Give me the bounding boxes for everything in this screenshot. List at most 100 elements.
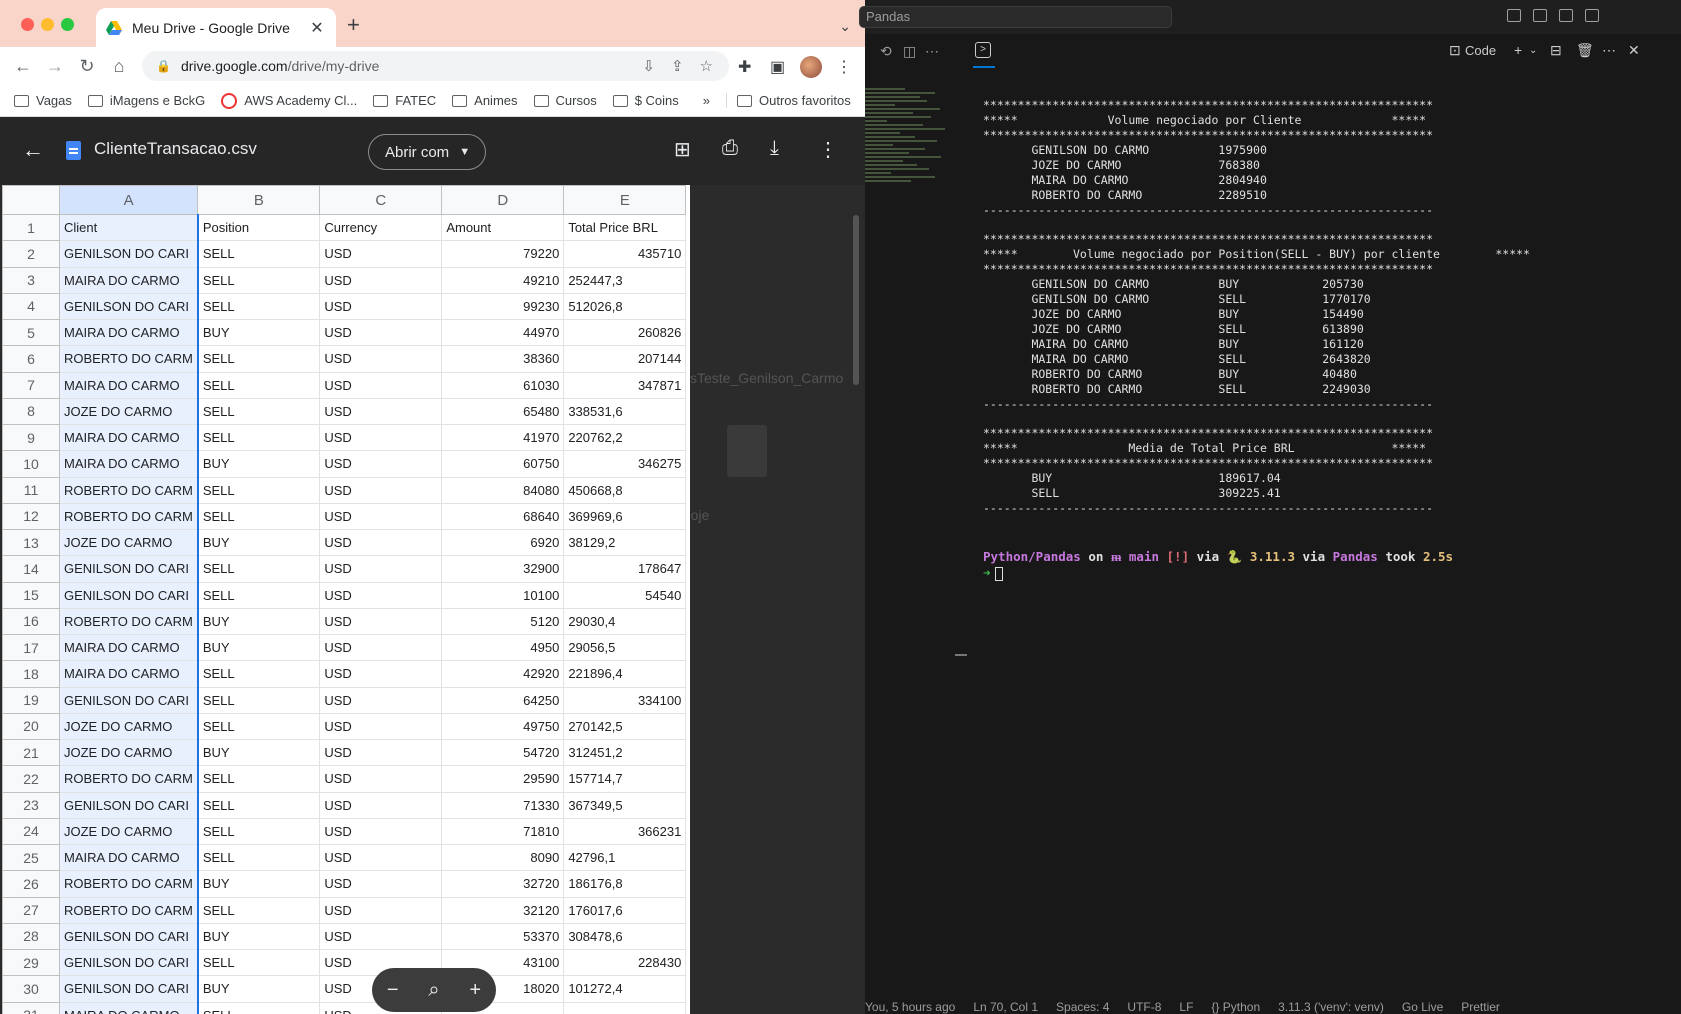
extensions-puzzle-icon[interactable]: ✚: [738, 57, 751, 77]
table-cell[interactable]: ROBERTO DO CARM: [58, 896, 199, 924]
table-cell[interactable]: USD: [319, 765, 443, 793]
panel-sash[interactable]: [955, 654, 967, 656]
row-number[interactable]: 28: [2, 922, 60, 951]
table-cell[interactable]: JOZE DO CARMO: [58, 712, 199, 741]
table-cell[interactable]: GENILSON DO CARI: [58, 922, 199, 951]
status-item[interactable]: LF: [1179, 1000, 1193, 1014]
toggle-primary-sidebar-icon[interactable]: [1507, 9, 1521, 22]
table-cell[interactable]: JOZE DO CARMO: [58, 528, 199, 557]
share-icon[interactable]: ⇪: [671, 57, 684, 75]
row-number[interactable]: 3: [2, 266, 60, 294]
row-number[interactable]: 26: [2, 870, 60, 898]
table-cell[interactable]: 101272,4: [563, 975, 687, 1003]
row-number[interactable]: 8: [2, 397, 60, 426]
table-cell[interactable]: MAIRA DO CARMO: [58, 318, 199, 347]
table-cell[interactable]: ROBERTO DO CARM: [58, 607, 199, 636]
header-cell[interactable]: Amount: [441, 213, 565, 242]
row-number[interactable]: 20: [2, 712, 60, 741]
forward-arrow-icon[interactable]: →: [44, 55, 66, 77]
table-cell[interactable]: SELL: [197, 292, 321, 321]
table-cell[interactable]: MAIRA DO CARMO: [58, 843, 199, 872]
table-cell[interactable]: 435710: [563, 240, 687, 268]
close-panel-icon[interactable]: ✕: [1628, 42, 1640, 59]
table-cell[interactable]: SELL: [197, 476, 321, 504]
table-cell[interactable]: USD: [319, 555, 443, 583]
column-header[interactable]: E: [563, 185, 687, 215]
row-number[interactable]: 23: [2, 791, 60, 819]
table-cell[interactable]: 347871: [563, 371, 687, 399]
table-cell[interactable]: SELL: [197, 843, 321, 872]
table-cell[interactable]: BUY: [197, 633, 321, 662]
terminal-dropdown-chevron-icon[interactable]: ⌄: [1529, 45, 1537, 56]
row-number[interactable]: 29: [2, 948, 60, 977]
editor-minimap[interactable]: [865, 86, 950, 236]
tab-search-chevron-icon[interactable]: ⌄: [839, 18, 851, 35]
status-item[interactable]: 3.11.3 ('venv': venv): [1278, 1000, 1384, 1014]
status-item[interactable]: UTF-8: [1127, 1000, 1161, 1014]
table-cell[interactable]: 450668,8: [563, 476, 687, 504]
side-panel-icon[interactable]: ▣: [770, 57, 785, 77]
table-cell[interactable]: JOZE DO CARMO: [58, 397, 199, 426]
table-cell[interactable]: SELL: [197, 686, 321, 714]
table-cell[interactable]: ROBERTO DO CARM: [58, 765, 199, 793]
terminal-icon[interactable]: >: [975, 42, 991, 58]
table-cell[interactable]: SELL: [197, 896, 321, 924]
row-number[interactable]: 24: [2, 817, 60, 846]
table-cell[interactable]: 308478,6: [563, 922, 687, 951]
table-cell[interactable]: 260826: [563, 318, 687, 347]
table-cell[interactable]: USD: [319, 371, 443, 399]
row-number[interactable]: 14: [2, 555, 60, 583]
table-cell[interactable]: USD: [319, 450, 443, 478]
table-cell[interactable]: SELL: [197, 712, 321, 741]
table-cell[interactable]: GENILSON DO CARI: [58, 975, 199, 1003]
table-cell[interactable]: 5120: [441, 607, 565, 636]
table-cell[interactable]: 157714,7: [563, 765, 687, 793]
table-cell[interactable]: BUY: [197, 975, 321, 1003]
table-cell[interactable]: 49210: [441, 266, 565, 294]
table-cell[interactable]: 367349,5: [563, 791, 687, 819]
table-cell[interactable]: 178647: [563, 555, 687, 583]
row-number[interactable]: 6: [2, 345, 60, 373]
table-cell[interactable]: SELL: [197, 1001, 321, 1014]
table-cell[interactable]: 32720: [441, 870, 565, 898]
table-cell[interactable]: MAIRA DO CARMO: [58, 633, 199, 662]
table-cell[interactable]: SELL: [197, 502, 321, 531]
row-number[interactable]: 11: [2, 476, 60, 504]
row-number[interactable]: 31: [2, 1001, 60, 1014]
table-cell[interactable]: 84080: [441, 476, 565, 504]
table-cell[interactable]: 228430: [563, 948, 687, 977]
table-cell[interactable]: USD: [319, 476, 443, 504]
maximize-window-button[interactable]: [61, 18, 74, 31]
table-cell[interactable]: USD: [319, 738, 443, 767]
table-cell[interactable]: 8090: [441, 843, 565, 872]
more-actions-icon[interactable]: ⋯: [925, 43, 939, 60]
table-cell[interactable]: GENILSON DO CARI: [58, 581, 199, 609]
table-cell[interactable]: USD: [319, 528, 443, 557]
table-cell[interactable]: 369969,6: [563, 502, 687, 531]
table-cell[interactable]: USD: [319, 502, 443, 531]
chrome-menu-icon[interactable]: ⋮: [836, 57, 852, 77]
header-cell[interactable]: Total Price BRL: [563, 213, 687, 242]
row-number[interactable]: 4: [2, 292, 60, 321]
table-cell[interactable]: BUY: [197, 738, 321, 767]
new-tab-button[interactable]: +: [347, 14, 360, 36]
table-cell[interactable]: ROBERTO DO CARM: [58, 476, 199, 504]
status-item[interactable]: You, 5 hours ago: [865, 1000, 955, 1014]
table-cell[interactable]: GENILSON DO CARI: [58, 292, 199, 321]
status-item[interactable]: Go Live: [1402, 1000, 1443, 1014]
table-cell[interactable]: MAIRA DO CARMO: [58, 450, 199, 478]
table-cell[interactable]: USD: [319, 896, 443, 924]
table-cell[interactable]: 38129,2: [563, 528, 687, 557]
table-cell[interactable]: BUY: [197, 528, 321, 557]
table-cell[interactable]: USD: [319, 581, 443, 609]
split-editor-icon[interactable]: ◫: [903, 43, 916, 60]
table-cell[interactable]: GENILSON DO CARI: [58, 240, 199, 268]
row-number[interactable]: 17: [2, 633, 60, 662]
table-cell[interactable]: GENILSON DO CARI: [58, 686, 199, 714]
git-compare-icon[interactable]: ⟲: [880, 43, 892, 60]
table-cell[interactable]: 42796,1: [563, 843, 687, 872]
table-cell[interactable]: 65480: [441, 397, 565, 426]
table-cell[interactable]: SELL: [197, 555, 321, 583]
table-cell[interactable]: SELL: [197, 266, 321, 294]
row-number[interactable]: 2: [2, 240, 60, 268]
